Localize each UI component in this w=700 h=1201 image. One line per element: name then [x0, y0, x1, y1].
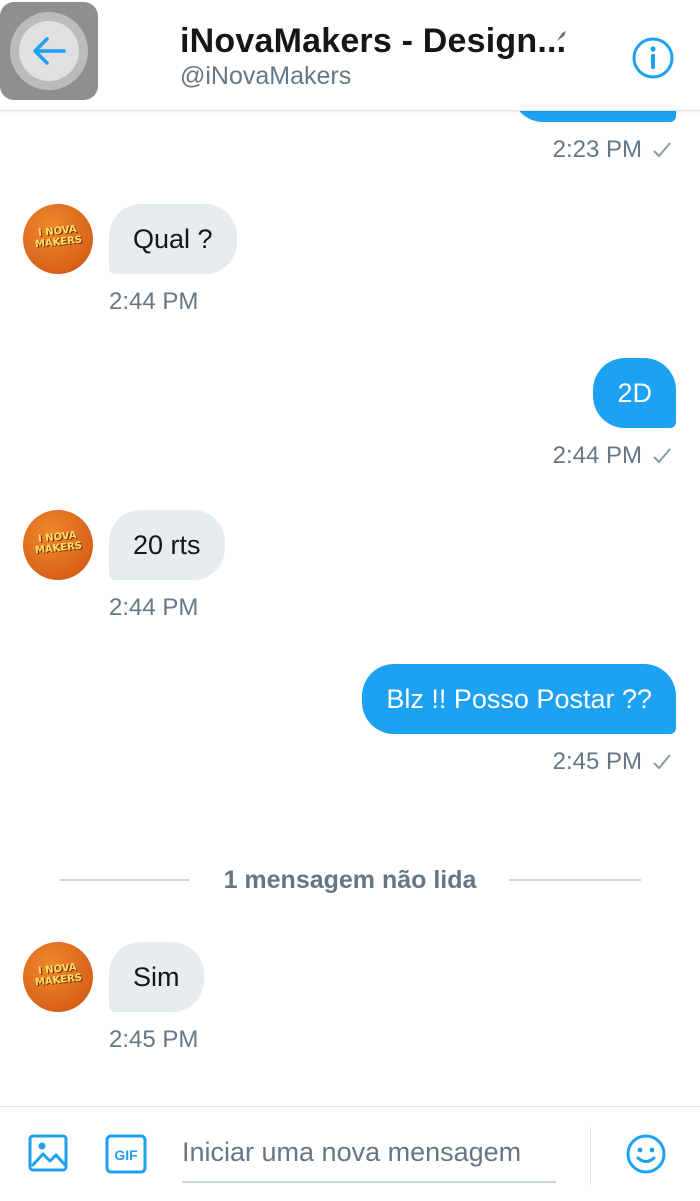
message-composer: GIF — [0, 1106, 700, 1201]
message-time: 2:44 PM — [109, 594, 199, 621]
back-arrow-icon — [33, 37, 66, 65]
avatar-logo-text: I NOVA MAKERS — [34, 962, 83, 989]
message-bubble-outgoing: 2D — [593, 358, 676, 428]
message-time-text: 2:45 PM — [552, 748, 642, 775]
avatar[interactable]: I NOVA MAKERS — [23, 204, 93, 274]
conversation-header: iNovaMakers - Design... @iNovaMakers — [0, 0, 700, 111]
message-bubble-incoming: 20 rts — [109, 510, 225, 580]
emoji-icon[interactable] — [625, 1133, 667, 1175]
message-time-text: 2:44 PM — [552, 442, 642, 469]
message-time: 2:44 PM — [109, 288, 199, 315]
message-input[interactable] — [182, 1123, 556, 1183]
composer-divider — [590, 1127, 591, 1185]
message-bubble-incoming: Qual ? — [109, 204, 237, 274]
sent-check-icon — [653, 142, 671, 158]
message-time-text: 2:23 PM — [552, 136, 642, 163]
message-bubble-outgoing: Blz !! Posso Postar ?? — [362, 664, 676, 734]
conversation-handle: @iNovaMakers — [180, 62, 352, 90]
gif-icon[interactable]: GIF — [105, 1134, 147, 1174]
conversation-title[interactable]: iNovaMakers - Design... — [180, 22, 566, 61]
message-time: 2:45 PM — [553, 748, 672, 776]
sent-check-icon — [653, 754, 671, 770]
message-time: 2:45 PM — [109, 1026, 199, 1053]
avatar[interactable]: I NOVA MAKERS — [23, 942, 93, 1012]
message-time: 2:44 PM — [553, 442, 672, 470]
back-button[interactable] — [0, 2, 98, 100]
sent-check-icon — [653, 448, 671, 464]
message-bubble-incoming: Sim — [109, 942, 204, 1012]
avatar[interactable]: I NOVA MAKERS — [23, 510, 93, 580]
gif-label: GIF — [114, 1147, 138, 1163]
avatar-logo-text: I NOVA MAKERS — [34, 530, 83, 557]
unread-divider: 1 mensagem não lida — [0, 866, 700, 896]
image-icon[interactable] — [28, 1133, 68, 1173]
avatar-logo-text: I NOVA MAKERS — [34, 224, 83, 251]
message-time: 2:23 PM — [553, 136, 672, 164]
info-icon[interactable] — [631, 36, 675, 80]
pin-icon — [557, 31, 566, 41]
unread-divider-text: 1 mensagem não lida — [223, 866, 477, 894]
